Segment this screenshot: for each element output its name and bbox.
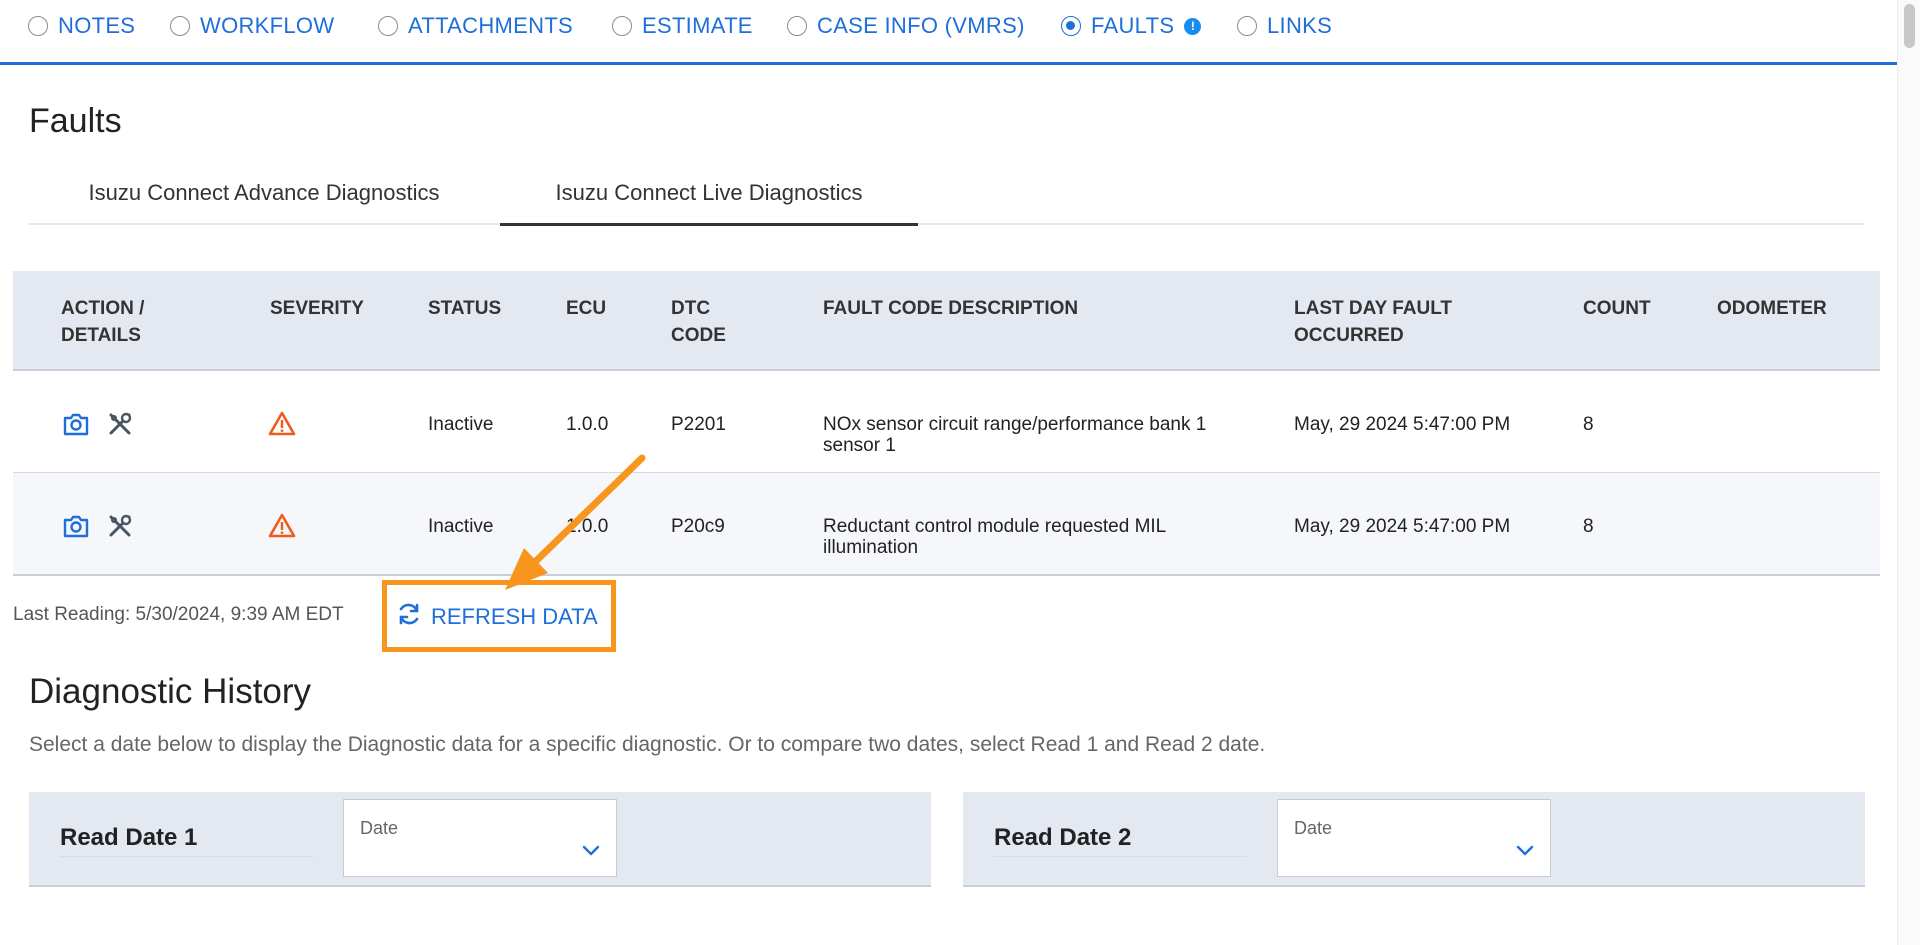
cell-ecu: 1.0.0: [566, 516, 609, 537]
alert-badge-icon: !: [1184, 17, 1202, 35]
radio-button[interactable]: [170, 16, 190, 36]
tools-icon[interactable]: [105, 409, 135, 439]
read-date-2-label: Read Date 2: [994, 824, 1247, 857]
subtab-bar: Isuzu Connect Advance Diagnostics Isuzu …: [29, 168, 1864, 226]
cell-last-day: May, 29 2024 5:47:00 PM: [1294, 516, 1511, 537]
read-date-1-panel: Read Date 1 Date: [29, 792, 931, 887]
nav-radio-links[interactable]: LINKS: [1237, 11, 1332, 41]
nav-label-case-info: CASE INFO (VMRS): [817, 13, 1025, 38]
read-date-1-select[interactable]: Date: [343, 799, 617, 877]
read-date-1-label: Read Date 1: [60, 824, 313, 857]
nav-radio-faults[interactable]: FAULTS !: [1061, 11, 1202, 41]
header-last-day: LAST DAY FAULT OCCURRED: [1294, 298, 1452, 346]
read-date-2-panel: Read Date 2 Date: [963, 792, 1865, 887]
annotation-highlight-box: [382, 580, 616, 652]
nav-label-estimate: ESTIMATE: [642, 13, 753, 38]
cell-dtc-code: P20c9: [671, 516, 725, 537]
radio-button[interactable]: [612, 16, 632, 36]
cell-status: Inactive: [428, 516, 494, 537]
cell-description: Reductant control module requested MIL i…: [823, 516, 1166, 558]
nav-radio-case-info[interactable]: CASE INFO (VMRS): [787, 11, 1025, 41]
header-severity: SEVERITY: [270, 298, 364, 319]
radio-button[interactable]: [1237, 16, 1257, 36]
nav-radio-workflow[interactable]: WORKFLOW: [170, 11, 334, 41]
radio-button[interactable]: [28, 16, 48, 36]
cell-last-day: May, 29 2024 5:47:00 PM: [1294, 414, 1511, 435]
page-title: Faults: [29, 102, 122, 140]
date-placeholder: Date: [1294, 818, 1333, 838]
header-fault-description: FAULT CODE DESCRIPTION: [823, 298, 1079, 319]
cell-count: 8: [1583, 414, 1594, 435]
radio-button[interactable]: [378, 16, 398, 36]
date-placeholder: Date: [360, 818, 399, 838]
camera-icon[interactable]: [61, 409, 91, 439]
radio-button-selected[interactable]: [1061, 16, 1081, 36]
table-row: Inactive 1.0.0 P20c9 Reductant control m…: [13, 473, 1880, 576]
table-header: ACTION / DETAILS SEVERITY STATUS ECU DTC…: [13, 271, 1880, 371]
tab-live-diagnostics[interactable]: Isuzu Connect Live Diagnostics: [500, 168, 918, 226]
header-status: STATUS: [428, 298, 502, 319]
diagnostic-history-description: Select a date below to display the Diagn…: [29, 733, 1266, 756]
cell-description: NOx sensor circuit range/performance ban…: [823, 414, 1207, 456]
cell-count: 8: [1583, 516, 1594, 537]
diagnostic-history-title: Diagnostic History: [29, 672, 312, 711]
radio-button[interactable]: [787, 16, 807, 36]
nav-radio-attachments[interactable]: ATTACHMENTS: [378, 11, 573, 41]
section-radio-nav: NOTES WORKFLOW ATTACHMENTS ESTIMATE CASE…: [0, 0, 1898, 65]
nav-label-faults: FAULTS: [1091, 13, 1175, 38]
header-action: ACTION / DETAILS: [61, 298, 145, 346]
nav-label-notes: NOTES: [58, 13, 136, 38]
read-date-2-select[interactable]: Date: [1277, 799, 1551, 877]
scrollbar[interactable]: [1897, 0, 1920, 945]
nav-label-attachments: ATTACHMENTS: [408, 13, 574, 38]
table-row: Inactive 1.0.0 P2201 NOx sensor circuit …: [13, 371, 1880, 473]
header-ecu: ECU: [566, 298, 607, 319]
last-reading-text: Last Reading: 5/30/2024, 9:39 AM EDT: [13, 604, 344, 625]
camera-icon[interactable]: [61, 511, 91, 541]
scrollbar-thumb[interactable]: [1904, 4, 1915, 48]
faults-table: ACTION / DETAILS SEVERITY STATUS ECU DTC…: [13, 271, 1880, 576]
warning-triangle-icon: [267, 409, 297, 439]
nav-label-links: LINKS: [1267, 13, 1333, 38]
cell-status: Inactive: [428, 414, 494, 435]
nav-label-workflow: WORKFLOW: [200, 13, 335, 38]
chevron-down-icon: [582, 844, 600, 862]
warning-triangle-icon: [267, 511, 297, 541]
cell-ecu: 1.0.0: [566, 414, 609, 435]
tab-advance-diagnostics[interactable]: Isuzu Connect Advance Diagnostics: [29, 168, 499, 223]
header-count: COUNT: [1583, 298, 1651, 319]
header-odometer: ODOMETER: [1717, 298, 1827, 319]
cell-dtc-code: P2201: [671, 414, 726, 435]
tools-icon[interactable]: [105, 511, 135, 541]
nav-radio-estimate[interactable]: ESTIMATE: [612, 11, 753, 41]
header-dtc-code: DTC CODE: [671, 298, 726, 346]
chevron-down-icon: [1516, 844, 1534, 862]
nav-radio-notes[interactable]: NOTES: [28, 11, 135, 41]
